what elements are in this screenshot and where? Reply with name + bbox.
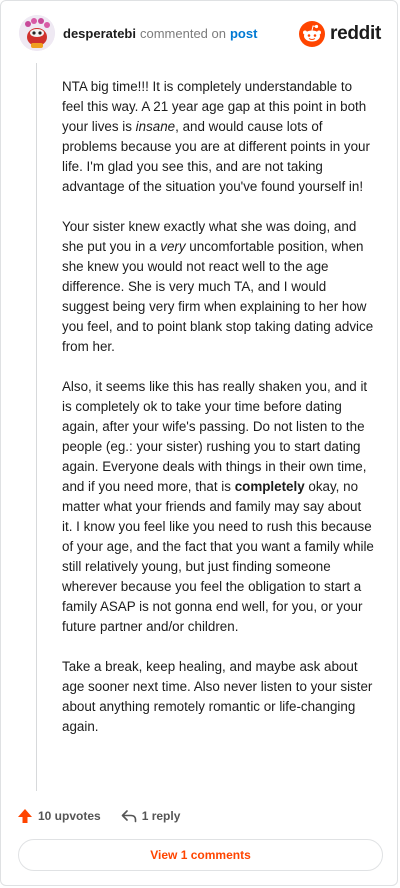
text-segment: okay, no matter what your friends and fa… <box>62 479 374 634</box>
thread-line <box>36 63 37 791</box>
italic-text: insane <box>135 119 176 134</box>
brand-name: reddit <box>330 23 381 44</box>
comment-paragraph: Your sister knew exactly what she was do… <box>62 217 374 357</box>
comment-header: desperatebi commented on post reddit <box>19 15 381 55</box>
bold-text: completely <box>234 479 305 494</box>
action-text: commented on <box>139 26 226 41</box>
comment-paragraph: NTA big time!!! It is completely underst… <box>62 77 374 197</box>
reddit-logo[interactable]: reddit <box>299 21 381 47</box>
reply-arrow-icon <box>121 810 137 823</box>
reply-button[interactable]: 1 reply <box>121 808 181 824</box>
user-avatar[interactable] <box>19 15 55 51</box>
text-segment: Also, it seems like this has really shak… <box>62 379 368 494</box>
reddit-snoo-icon <box>299 21 326 47</box>
comment-paragraph: Take a break, keep healing, and maybe as… <box>62 659 373 734</box>
upvotes-count: 10 upvotes <box>38 809 101 823</box>
comment-card: desperatebi commented on post reddit NTA b… <box>0 0 398 886</box>
comment-body: NTA big time!!! It is completely underst… <box>62 77 374 757</box>
upvote-button[interactable]: 10 upvotes <box>17 808 101 824</box>
comment-paragraph: Also, it seems like this has really shak… <box>62 377 374 637</box>
username[interactable]: desperatebi <box>63 26 136 41</box>
comment-meta: desperatebi commented on post <box>63 26 257 41</box>
post-link[interactable]: post <box>230 26 257 41</box>
comment-actions: 10 upvotes 1 reply <box>17 804 180 828</box>
upvote-arrow-icon <box>18 809 32 823</box>
italic-text: very <box>160 239 186 254</box>
replies-count: 1 reply <box>141 809 181 823</box>
view-comments-button[interactable]: View 1 comments <box>18 839 383 871</box>
text-segment: uncomfortable position, when she knew yo… <box>62 239 374 354</box>
avatar-icon <box>19 15 55 51</box>
